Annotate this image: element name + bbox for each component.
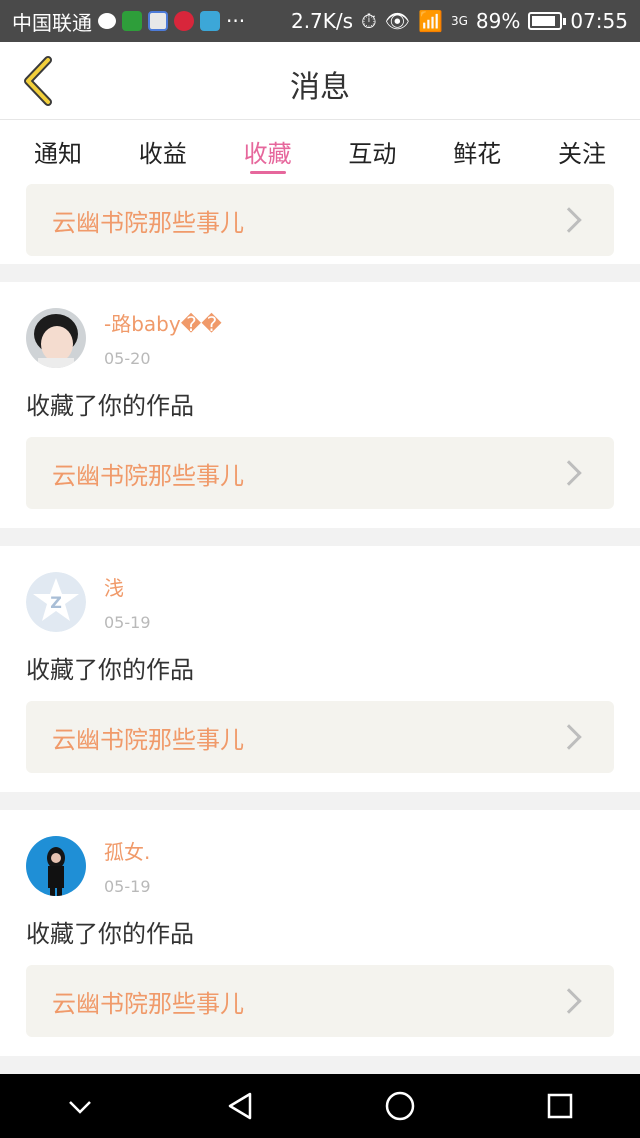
home-circle-icon — [385, 1091, 415, 1121]
action-text: 收藏了你的作品 — [26, 392, 194, 420]
status-bar: 中国联通 ··· 2.7K/s ⏱ 👁 📶 3G 89% 07:55 — [0, 0, 640, 42]
chevron-right-icon — [556, 460, 582, 486]
book-title: 云幽书院那些事儿 — [52, 461, 244, 490]
list-item: Z 浅 05-19 收藏了你的作品 云幽书院那些事儿 — [0, 546, 640, 792]
book-title: 云幽书院那些事儿 — [52, 989, 244, 1018]
wechat-icon — [98, 13, 116, 29]
tab-interaction[interactable]: 互动 — [322, 120, 422, 180]
list-item: 云幽书院那些事儿 — [0, 180, 640, 264]
signal-label: 3G — [450, 14, 468, 28]
square-recents-icon — [547, 1093, 573, 1119]
navigation-bar — [0, 1074, 640, 1138]
clock: 07:55 — [570, 9, 628, 33]
list-item: -路baby�� 05-20 收藏了你的作品 云幽书院那些事儿 — [0, 282, 640, 528]
book-link[interactable]: 云幽书院那些事儿 — [26, 437, 614, 509]
chevron-down-icon — [69, 1101, 91, 1114]
avatar[interactable]: Z — [26, 572, 86, 632]
more-notifications-icon: ··· — [226, 9, 246, 33]
svg-text:Z: Z — [50, 593, 62, 612]
tab-notification[interactable]: 通知 — [8, 120, 108, 180]
triangle-back-icon — [228, 1092, 252, 1120]
book-link[interactable]: 云幽书院那些事儿 — [26, 701, 614, 773]
carrier-label: 中国联通 — [12, 10, 92, 35]
tab-favorites[interactable]: 收藏 — [218, 120, 318, 180]
book-link[interactable]: 云幽书院那些事儿 — [26, 965, 614, 1037]
action-text: 收藏了你的作品 — [26, 920, 194, 948]
chevron-right-icon — [556, 988, 582, 1014]
book-title: 云幽书院那些事儿 — [52, 725, 244, 754]
eye-icon: 👁 — [384, 9, 411, 33]
book-link[interactable]: 云幽书院那些事儿 — [26, 184, 614, 256]
app-icon — [148, 11, 168, 31]
tab-follow[interactable]: 关注 — [532, 120, 632, 180]
date: 05-20 — [104, 349, 151, 368]
back-nav-button[interactable] — [210, 1076, 270, 1136]
tab-flowers[interactable]: 鲜花 — [427, 120, 527, 180]
header: 消息 — [0, 42, 640, 120]
avatar[interactable] — [26, 836, 86, 896]
book-title: 云幽书院那些事儿 — [52, 208, 244, 237]
alarm-icon: ⏱ — [361, 9, 377, 33]
home-button[interactable] — [370, 1076, 430, 1136]
recents-button[interactable] — [530, 1076, 590, 1136]
video-icon — [174, 11, 194, 31]
date: 05-19 — [104, 613, 151, 632]
message-list: 云幽书院那些事儿 -路baby�� 05-20 收藏了你的作品 云幽书院那些事儿 — [0, 180, 640, 1056]
player-icon — [200, 11, 220, 31]
tab-bar: 通知 收益 收藏 互动 鲜花 关注 — [0, 120, 640, 180]
chevron-right-icon — [556, 724, 582, 750]
network-speed: 2.7K/s — [290, 9, 354, 33]
action-text: 收藏了你的作品 — [26, 656, 194, 684]
user-name[interactable]: 孤女. — [104, 836, 151, 865]
page-title: 消息 — [290, 70, 350, 105]
list-item: 孤女. 05-19 收藏了你的作品 云幽书院那些事儿 — [0, 810, 640, 1056]
user-name[interactable]: -路baby�� — [104, 308, 222, 337]
avatar[interactable] — [26, 308, 86, 368]
battery-percent: 89% — [475, 9, 521, 33]
iqiyi-icon — [122, 11, 142, 31]
collapse-button[interactable] — [50, 1076, 110, 1136]
chevron-right-icon — [556, 207, 582, 233]
date: 05-19 — [104, 877, 151, 896]
battery-icon — [528, 12, 567, 30]
wifi-icon: 📶 — [418, 9, 443, 33]
tab-earnings[interactable]: 收益 — [113, 120, 213, 180]
user-name[interactable]: 浅 — [104, 572, 151, 601]
